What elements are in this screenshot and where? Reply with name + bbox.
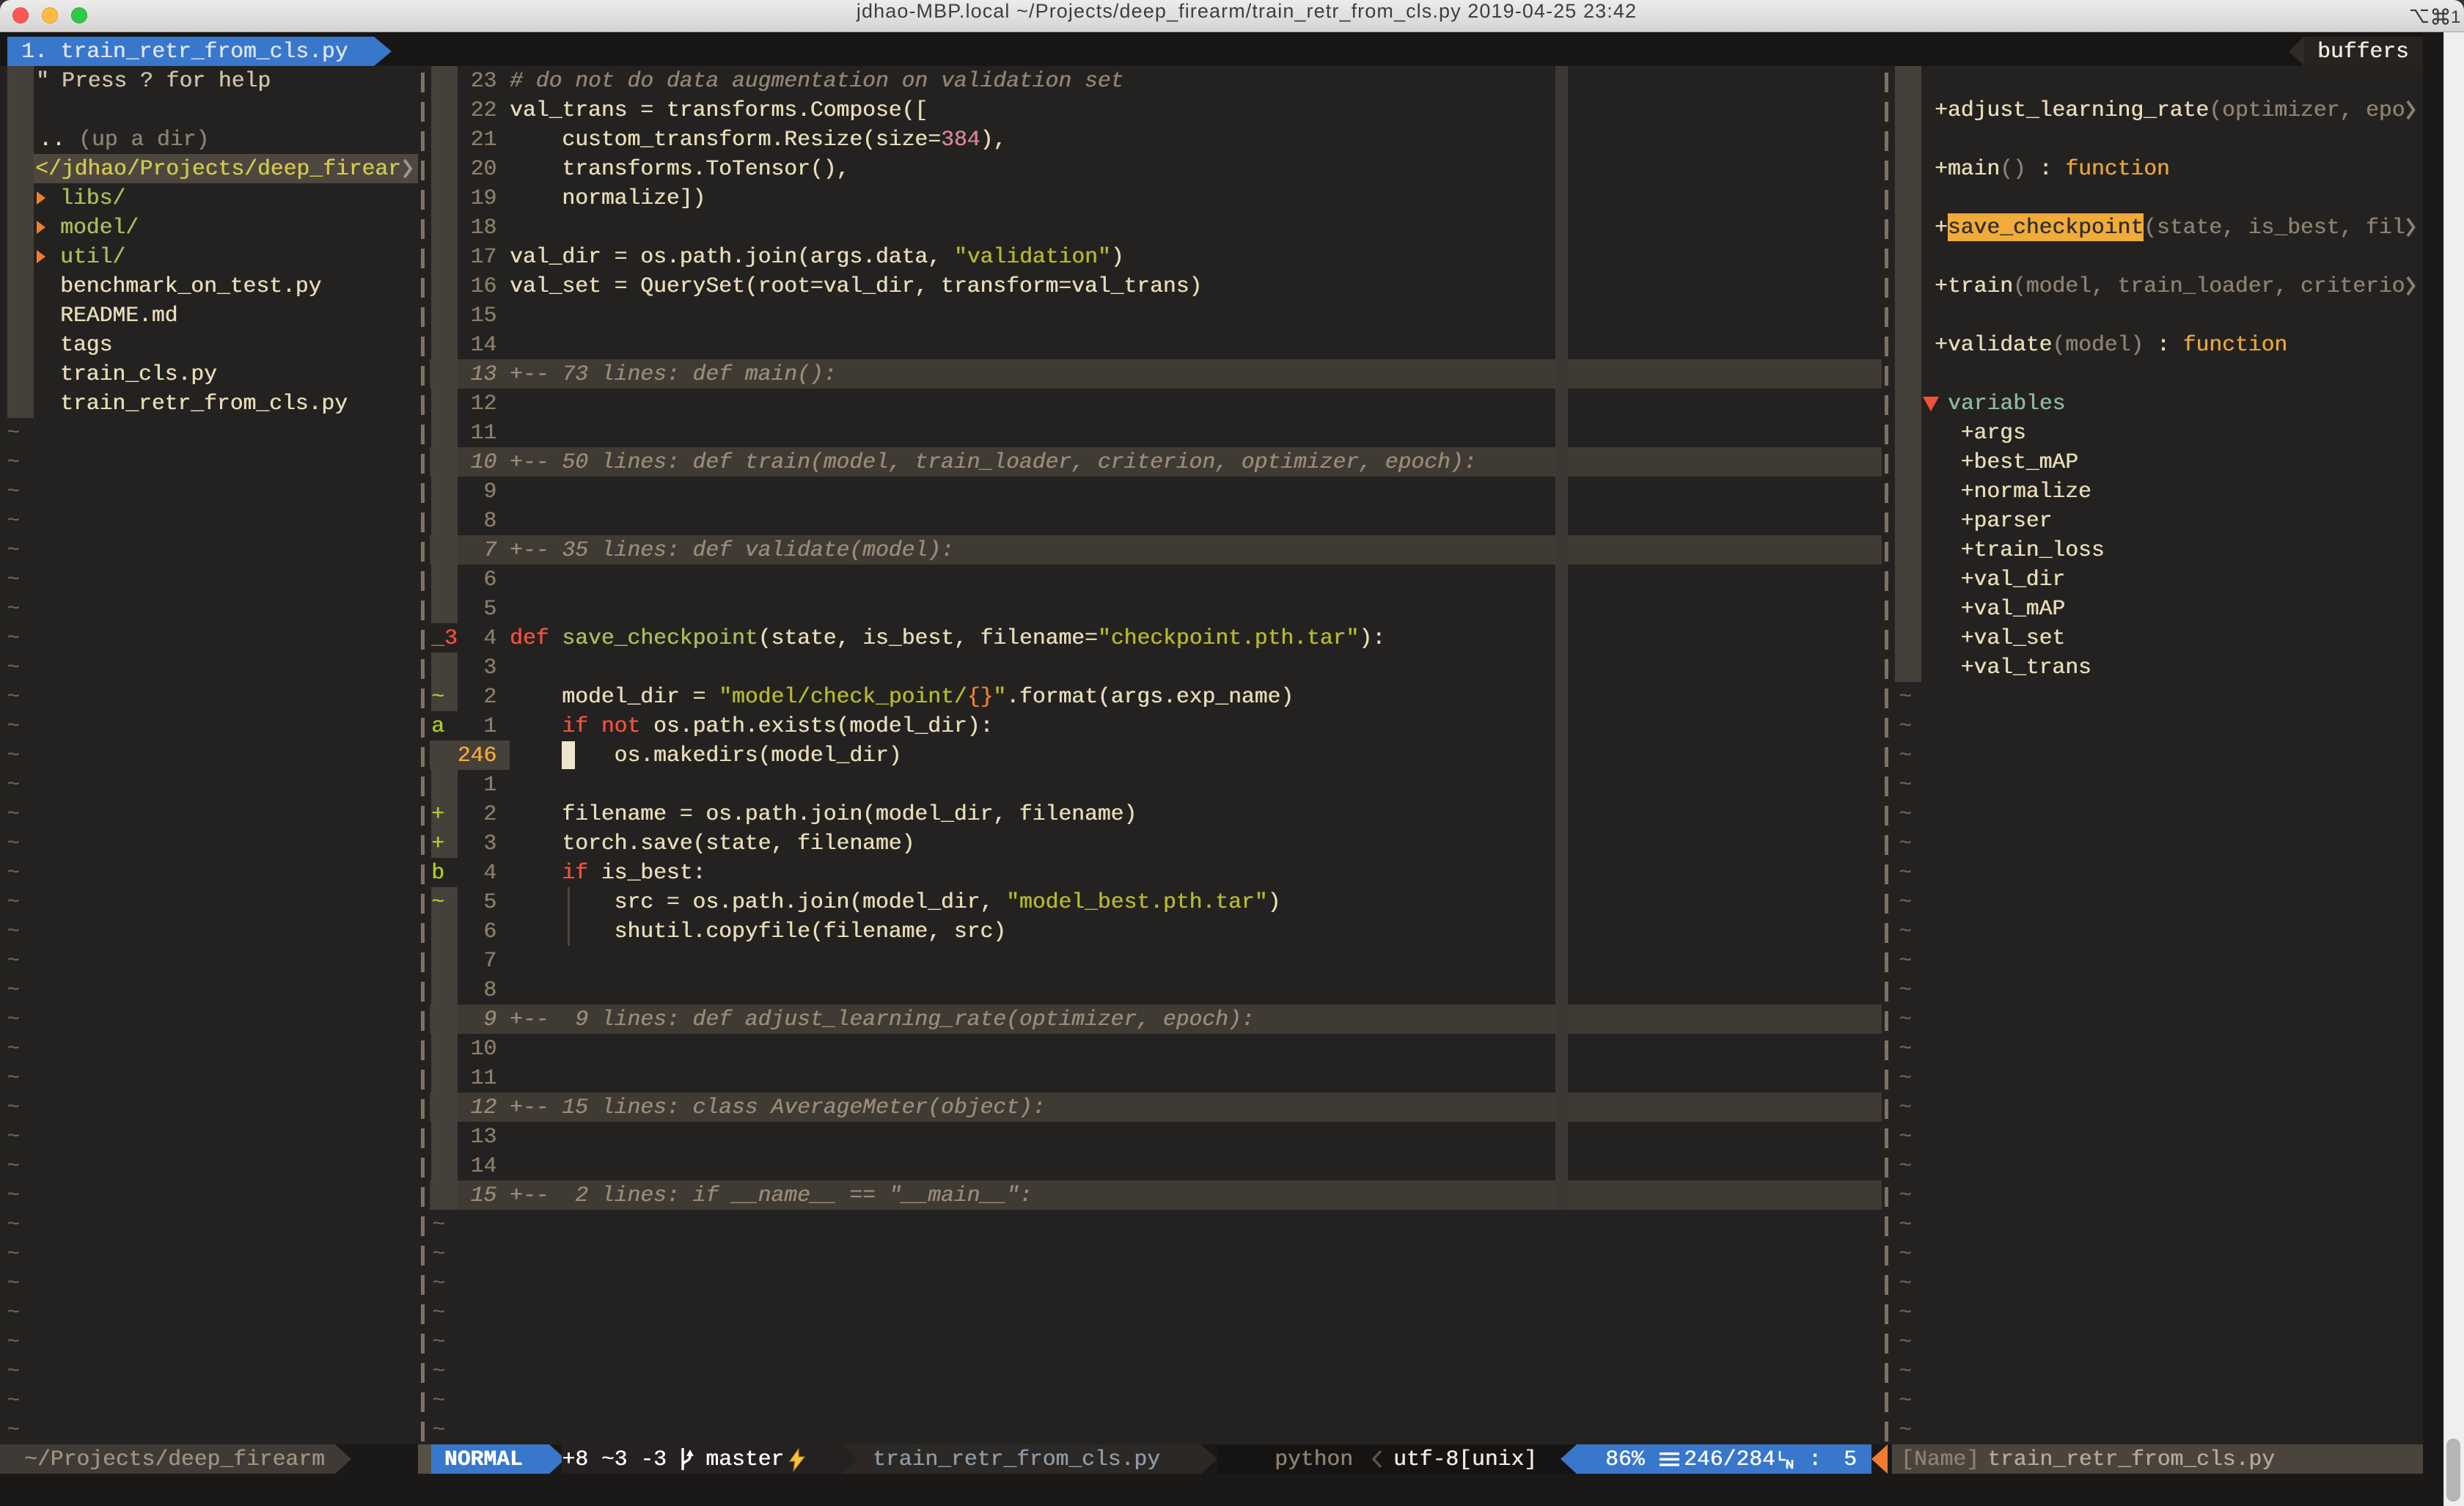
- svg-text:1: 1: [2451, 7, 2460, 26]
